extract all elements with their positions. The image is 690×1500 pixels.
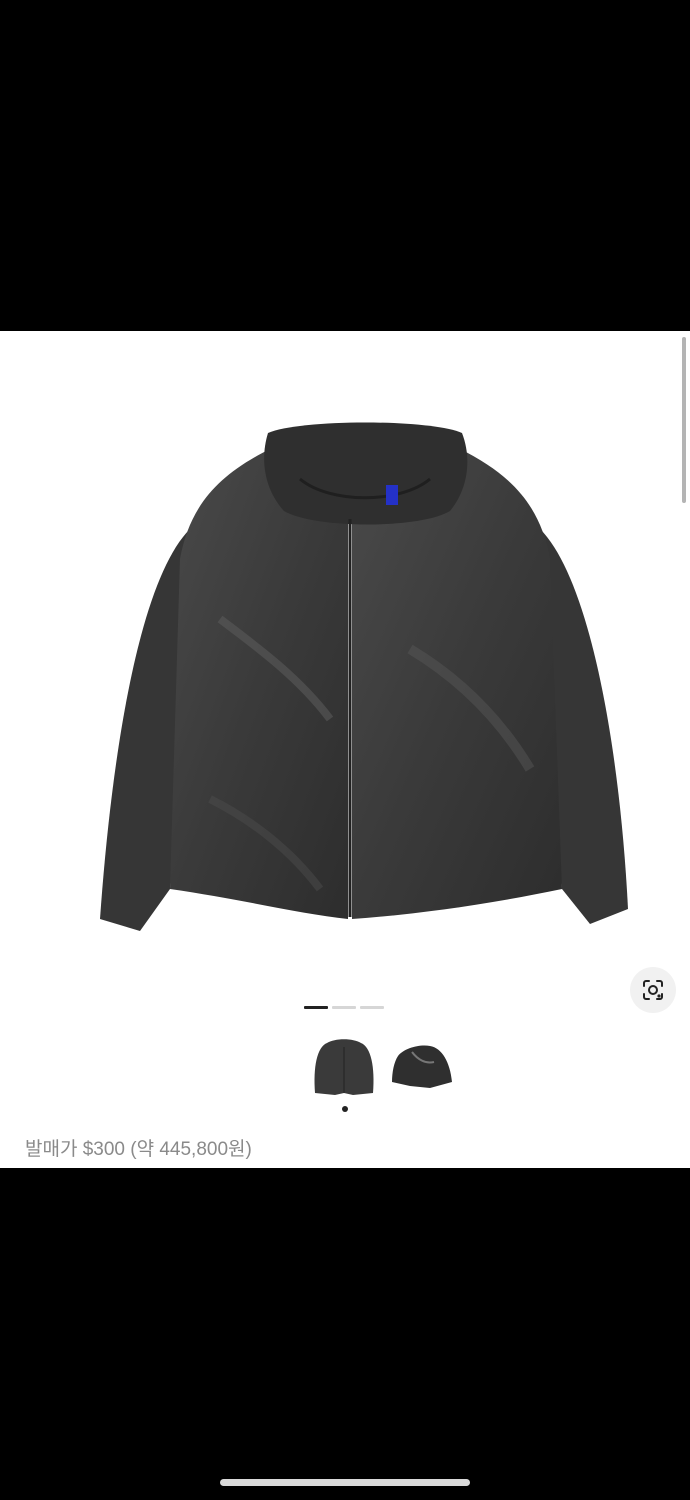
image-pager[interactable] [304,1006,384,1009]
product-page[interactable]: 발매가 $300 (약 445,800원) [0,331,690,1168]
thumbnail-jacket-angled-image [392,1045,452,1088]
thumbnail-angled-view[interactable] [388,1031,456,1103]
top-black-band [0,0,690,331]
release-price: 발매가 $300 (약 445,800원) [25,1139,252,1160]
thumbnail-front-view[interactable] [310,1031,378,1103]
pager-indicator-3[interactable] [360,1006,384,1009]
scrollbar[interactable] [682,337,686,503]
clipped-text-fragment [228,1161,258,1168]
thumbnail-jacket-front-image [314,1039,374,1095]
product-image-jacket-front[interactable] [100,419,630,939]
visual-search-button[interactable] [630,967,676,1013]
pager-indicator-1[interactable] [304,1006,328,1009]
thumbnail-selected-dot [342,1106,348,1112]
home-indicator[interactable] [220,1479,470,1486]
visual-search-icon [643,980,663,1000]
pager-indicator-2[interactable] [332,1006,356,1009]
bottom-black-band [0,1168,690,1500]
thumbnail-strip [310,1031,456,1103]
